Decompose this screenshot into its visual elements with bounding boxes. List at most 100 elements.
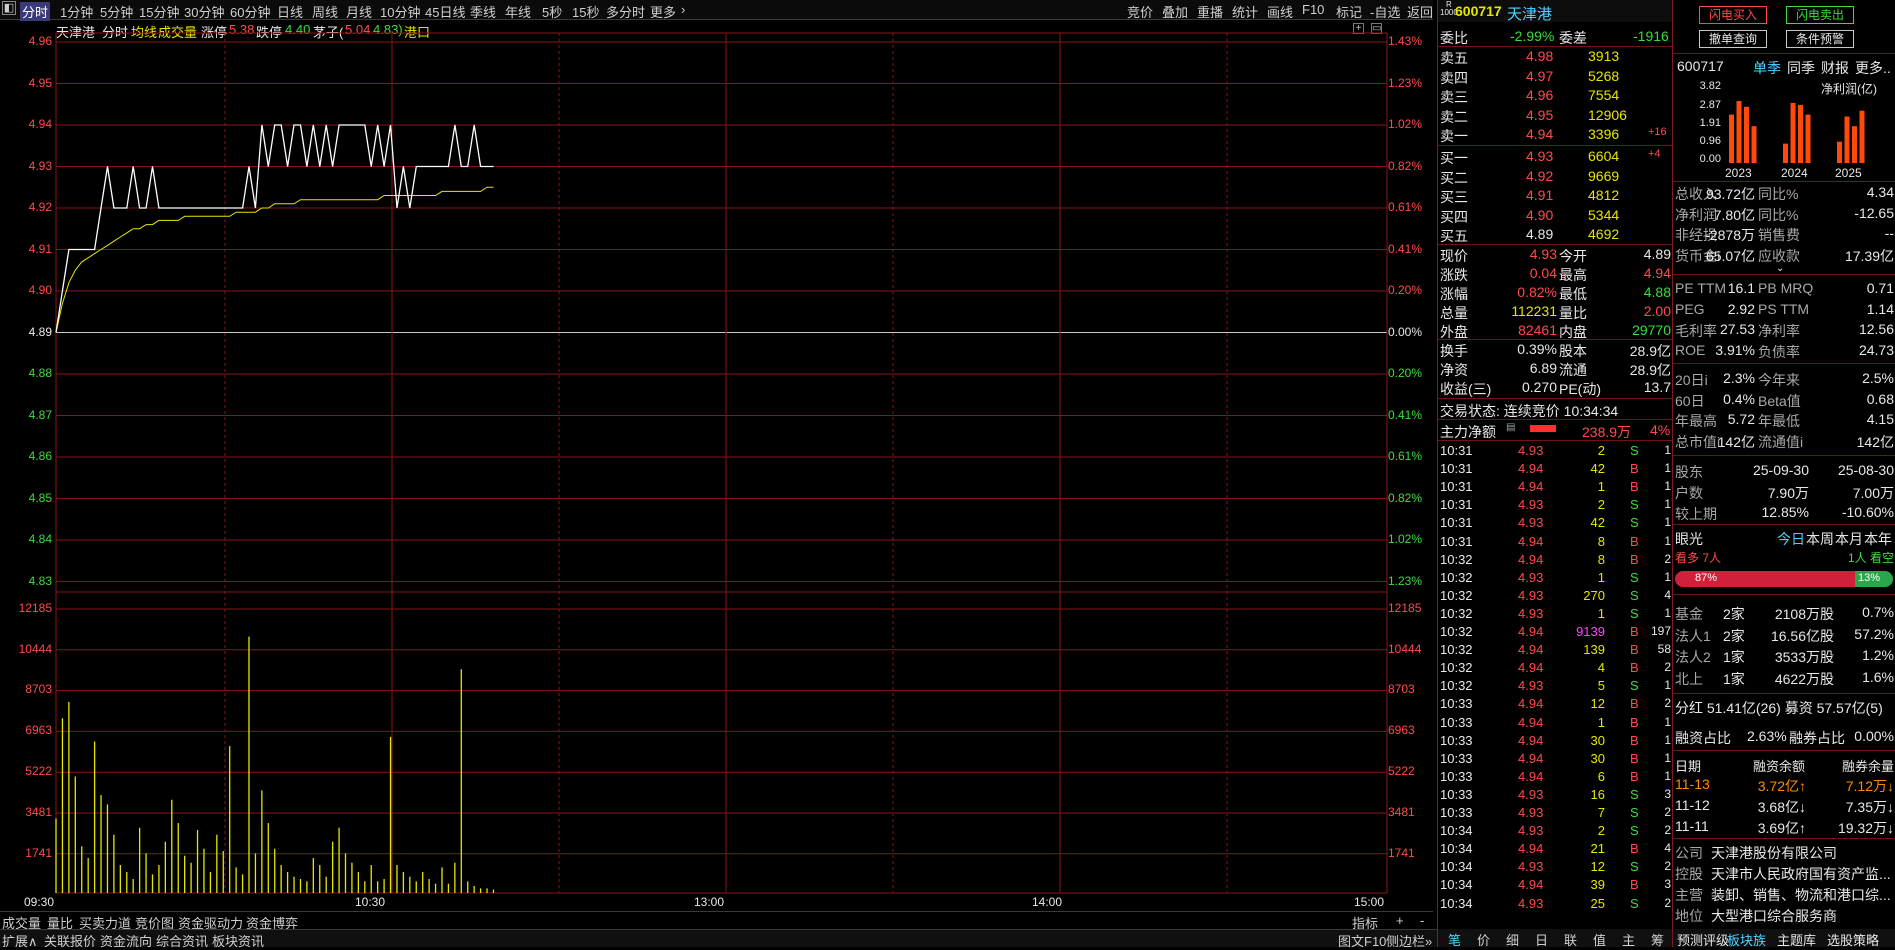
value: 3.91% <box>1715 341 1755 358</box>
main-flow-value: 238.9万 <box>1582 424 1632 440</box>
detail-tab[interactable]: 价 <box>1477 930 1490 949</box>
detail-tab[interactable]: 主 <box>1622 930 1635 949</box>
tick-count: 1 <box>1664 750 1671 765</box>
tick-side: B <box>1630 551 1639 567</box>
tick-count: 1 <box>1664 714 1671 729</box>
label: 主营 <box>1675 887 1703 903</box>
tick-side: B <box>1630 750 1639 766</box>
stat-label: 流通 <box>1559 362 1587 378</box>
tick-time: 10:31 <box>1440 461 1473 477</box>
eye-tab[interactable]: 本周 <box>1806 529 1834 549</box>
ask-price: 4.95 <box>1526 106 1554 123</box>
value: 4.15 <box>1866 411 1894 427</box>
stat-value: 4.88 <box>1643 284 1671 300</box>
ask-change: +16 <box>1648 126 1667 138</box>
info-tab[interactable]: 选股策略 <box>1827 930 1879 949</box>
divider <box>1673 363 1895 364</box>
tick-count: 1 <box>1664 515 1671 530</box>
price-axis-label: 5222 <box>25 764 52 778</box>
tick-row: 10:34 4.93 25 S 2 <box>1438 895 1673 914</box>
label: 总市值i <box>1675 433 1721 450</box>
weibi-value: -2.99% <box>1510 28 1555 44</box>
quote-stat-row: 换手 0.39% 股本 28.9亿 <box>1438 340 1673 359</box>
info-tab[interactable]: 主题库 <box>1777 930 1816 949</box>
tick-row: 10:32 4.94 4 B 2 <box>1438 659 1673 678</box>
performance-row: 年最高 5.72 年最低 4.15 <box>1673 409 1895 429</box>
detail-tab[interactable]: 细 <box>1506 930 1519 949</box>
valuation-row: PEG 2.92 PS TTM 1.14 <box>1673 299 1895 319</box>
detail-tab[interactable]: 值 <box>1593 930 1606 949</box>
ask-volume: 5268 <box>1588 67 1620 84</box>
related-quote-tab[interactable]: 关联报价 <box>44 931 96 950</box>
bid-price: 4.93 <box>1526 148 1554 164</box>
eye-tab[interactable]: 本年 <box>1864 529 1892 549</box>
value: 7.12万↓ <box>1845 778 1894 794</box>
pct-axis-label: 1.02% <box>1388 117 1423 131</box>
label: PB MRQ <box>1758 280 1814 296</box>
value: 0.7% <box>1862 604 1894 620</box>
tick-price: 4.93 <box>1518 443 1544 458</box>
tick-price: 4.94 <box>1518 696 1544 712</box>
info-tab[interactable]: 预测评级 <box>1677 930 1729 949</box>
bid-label: 买一 <box>1440 150 1468 166</box>
stat-value: 4.94 <box>1643 265 1671 281</box>
stock-header: R 1000 600717 天津港 <box>1438 0 1673 23</box>
value: 天津市人民政府国有资产监... <box>1711 866 1891 882</box>
weibi-label: 委比 <box>1440 30 1468 46</box>
detail-tab[interactable]: 联 <box>1564 930 1577 949</box>
info-tab[interactable]: 板块族 <box>1727 930 1766 949</box>
main-flow-pct: 4% <box>1650 422 1671 438</box>
fund-flow-tab[interactable]: 资金流向 <box>100 931 152 950</box>
price-axis-label: 4.85 <box>28 490 52 505</box>
price-axis-label: 4.86 <box>28 449 52 463</box>
detail-tab[interactable]: 日 <box>1535 930 1548 949</box>
price-axis-label: 4.88 <box>28 366 52 380</box>
label: 地位 <box>1675 908 1703 924</box>
bear-pct: 13% <box>1858 572 1881 584</box>
company-row: 地位 大型港口综合服务商 <box>1673 904 1895 924</box>
fin-row: 货币金i 65.07亿 应收款 17.39亿 <box>1673 244 1895 264</box>
tick-time: 10:32 <box>1440 624 1473 639</box>
chevron-down-icon[interactable]: ⌄ <box>1776 263 1784 274</box>
tick-side: S <box>1630 823 1639 839</box>
sidebar-button[interactable]: 侧边栏» <box>1386 931 1432 950</box>
trade-status: 交易状态: 连续竞价 10:34:34 <box>1438 400 1673 419</box>
info-icon[interactable]: ▤ <box>1506 422 1515 433</box>
sector-news-tab[interactable]: 板块资讯 <box>212 931 264 950</box>
valuation-row: 毛利率 27.53 净利率 12.56 <box>1673 319 1895 339</box>
tick-volume: 139 <box>1583 642 1605 658</box>
eye-tab[interactable]: 本月 <box>1835 529 1863 549</box>
detail-tab[interactable]: 笔 <box>1448 930 1461 949</box>
label: 融资余额 <box>1753 759 1806 774</box>
divider <box>1673 455 1895 456</box>
f10-text-button[interactable]: 图文F10 <box>1338 931 1386 950</box>
tick-row: 10:32 4.93 1 S 1 <box>1438 605 1673 624</box>
expand-button[interactable]: 扩展∧ <box>2 931 38 950</box>
value: 装卸、销售、物流和港口综... <box>1711 887 1891 903</box>
tick-row: 10:31 4.93 42 S 1 <box>1438 514 1673 533</box>
label: Beta值 <box>1758 392 1801 409</box>
news-tab[interactable]: 综合资讯 <box>156 931 208 950</box>
pct-axis-label: 0.00% <box>1388 324 1423 339</box>
margin-header: 日期 融资余额 融券余量 <box>1673 754 1895 774</box>
eye-tab[interactable]: 今日 <box>1777 529 1805 549</box>
valuation-row: PE TTM 16.1 PB MRQ 0.71 <box>1673 278 1895 298</box>
tick-count: 2 <box>1664 696 1671 711</box>
stat-label: 最高 <box>1559 267 1587 283</box>
detail-tab[interactable]: 筹 <box>1651 930 1664 949</box>
tick-count: 1 <box>1664 443 1671 457</box>
price-axis-label: 4.92 <box>28 200 52 214</box>
profit-bar <box>1736 101 1742 163</box>
value: 4.34 <box>1866 184 1894 200</box>
label: 基金 <box>1675 606 1703 622</box>
bid-price: 4.90 <box>1526 206 1554 223</box>
tick-time: 10:31 <box>1440 479 1473 495</box>
tick-count: 1 <box>1664 678 1671 693</box>
zoom-out-button[interactable]: - <box>1420 913 1424 928</box>
zoom-in-button[interactable]: + <box>1396 913 1404 928</box>
pct-axis-label: 6963 <box>1388 723 1415 737</box>
tick-time: 10:33 <box>1440 732 1473 748</box>
value: 1.14 <box>1866 300 1894 317</box>
value: 7.35万↓ <box>1845 799 1894 815</box>
price-axis-label: 3481 <box>25 805 52 819</box>
